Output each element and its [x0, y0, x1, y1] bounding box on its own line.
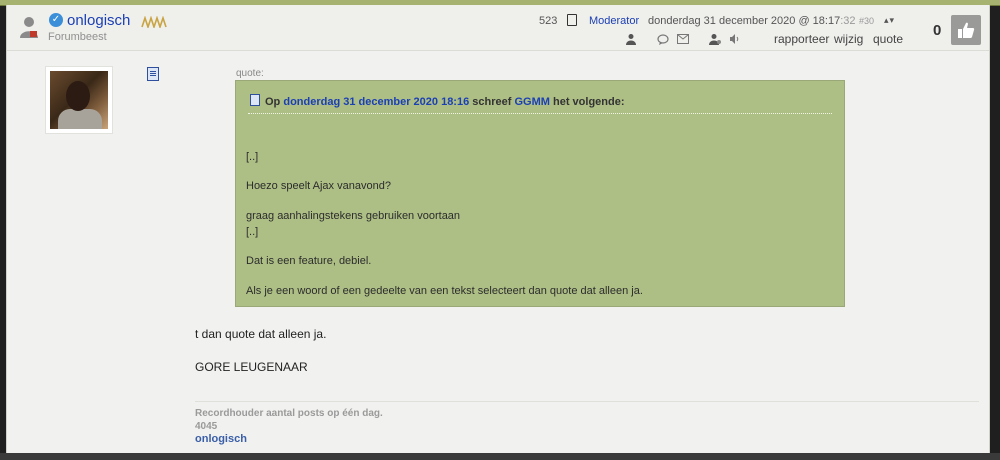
avatar[interactable]	[45, 66, 113, 134]
like-button[interactable]	[951, 15, 981, 45]
post-body-line: GORE LEUGENAAR	[195, 360, 308, 374]
quote-block: Op donderdag 31 december 2020 18:16 schr…	[235, 80, 845, 307]
post-body-line: t dan quote dat alleen ja.	[195, 327, 327, 341]
avatar-face	[66, 81, 90, 111]
message-icon[interactable]	[657, 33, 669, 45]
user-icon	[20, 17, 38, 38]
post-date-main: donderdag 31 december 2020 @ 18:17	[648, 15, 841, 27]
quote-line: [..]	[246, 226, 259, 238]
quote-header-mid: schreef	[472, 96, 512, 108]
doc-icon[interactable]	[567, 14, 577, 26]
quote-line: Dat is een feature, debiel.	[246, 255, 372, 267]
post-date-seconds: :32	[840, 15, 856, 27]
signature-line: Recordhouder aantal posts op één dag.	[195, 408, 383, 419]
post-date: donderdag 31 december 2020 @ 18:17:32	[648, 15, 856, 27]
user-admin-icon[interactable]	[709, 33, 721, 45]
signature-separator	[195, 401, 979, 402]
edit-link[interactable]: wijzig	[834, 32, 863, 46]
profile-icon[interactable]	[625, 33, 637, 45]
rank-icon	[141, 16, 167, 28]
action-icons	[625, 32, 739, 46]
thumbs-up-icon	[958, 22, 975, 38]
author-name-link[interactable]: onlogisch	[67, 12, 130, 29]
quote-author-link[interactable]: GGMM	[514, 96, 549, 108]
quote-line: graag aanhalingstekens gebruiken voortaa…	[246, 210, 461, 222]
quote-header-prefix: Op	[265, 96, 281, 108]
report-link[interactable]: rapporteer	[774, 32, 829, 46]
role-badge: Moderator	[589, 15, 640, 27]
signature-count: 4045	[195, 421, 218, 432]
post-header: ✓ onlogisch Forumbeest 523 Moderator don…	[7, 5, 989, 51]
speaker-icon[interactable]	[729, 34, 739, 44]
signature-name-link[interactable]: onlogisch	[195, 433, 247, 445]
avatar-image	[50, 71, 108, 129]
quote-header-suffix: het volgende:	[553, 96, 625, 108]
post-container: ✓ onlogisch Forumbeest 523 Moderator don…	[6, 5, 990, 453]
avatar-shirt	[58, 109, 102, 129]
post-number[interactable]: #30	[859, 16, 874, 26]
verified-icon: ✓	[49, 13, 63, 27]
mail-icon[interactable]	[677, 34, 689, 44]
sort-icon[interactable]: ▴▾	[884, 15, 895, 26]
bottom-bar	[0, 453, 1000, 460]
quote-line: Hoezo speelt Ajax vanavond?	[246, 180, 391, 192]
quote-header: Op donderdag 31 december 2020 18:16 schr…	[250, 94, 625, 108]
quote-line: Als je een woord of een gedeelte van een…	[246, 285, 643, 297]
quote-separator	[248, 113, 832, 114]
author-title: Forumbeest	[48, 31, 107, 43]
post-score: 0	[933, 22, 942, 39]
quote-doc-icon[interactable]	[250, 94, 260, 106]
notes-icon[interactable]	[147, 67, 159, 81]
post-count: 523	[539, 15, 558, 27]
quote-date-link[interactable]: donderdag 31 december 2020 18:16	[283, 96, 469, 108]
quote-link[interactable]: quote	[873, 32, 903, 46]
quote-line: [..]	[246, 151, 259, 163]
quote-label: quote:	[236, 68, 264, 79]
